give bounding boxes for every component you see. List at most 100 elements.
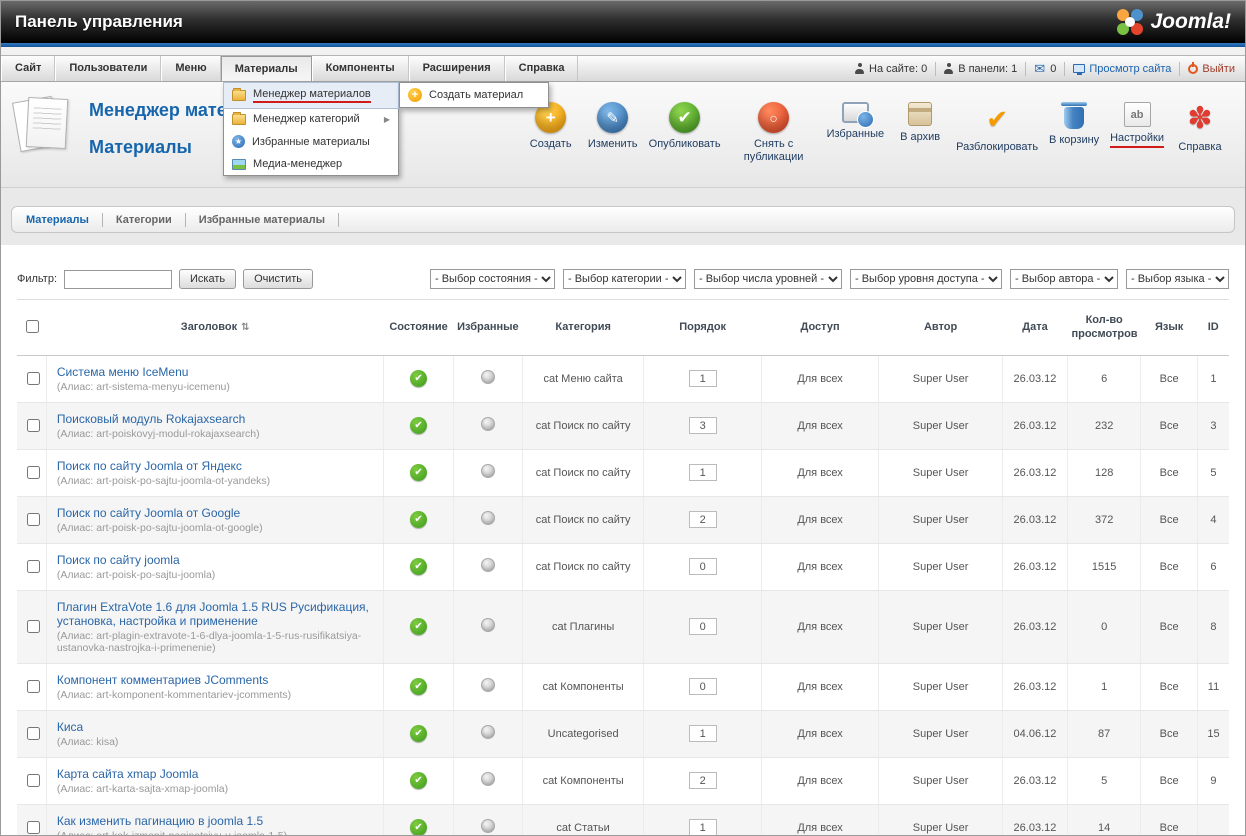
menu-item-users[interactable]: Пользователи: [55, 56, 162, 81]
article-title-link[interactable]: Поиск по сайту Joomla от Google: [57, 506, 240, 520]
featured-toggle-icon[interactable]: [480, 819, 495, 834]
order-input[interactable]: [688, 678, 717, 696]
filter-select-max-levels[interactable]: - Выбор числа уровней -: [694, 269, 842, 289]
menu-item-site[interactable]: Сайт: [1, 56, 56, 81]
view-site-link[interactable]: Просмотр сайта: [1073, 63, 1171, 75]
dropdown-item-featured-articles[interactable]: ★ Избранные материалы: [224, 130, 398, 153]
article-title-link[interactable]: Поисковый модуль Rokajaxsearch: [57, 412, 245, 426]
menu-item-extensions[interactable]: Расширения: [408, 56, 505, 81]
row-checkbox[interactable]: [27, 466, 40, 480]
order-input[interactable]: [688, 618, 717, 636]
row-checkbox[interactable]: [27, 620, 40, 634]
order-input[interactable]: [688, 558, 717, 576]
featured-toggle-icon[interactable]: [480, 558, 495, 573]
dropdown-item-article-manager[interactable]: Менеджер материалов: [223, 82, 399, 109]
article-title-link[interactable]: Плагин ExtraVote 1.6 для Joomla 1.5 RUS …: [57, 600, 369, 628]
column-header-hits[interactable]: Кол-во просмотров: [1067, 299, 1141, 356]
published-icon[interactable]: ✔: [410, 370, 428, 388]
article-title-link[interactable]: Компонент комментариев JComments: [57, 673, 269, 687]
column-header-access[interactable]: Доступ: [761, 299, 879, 356]
row-checkbox[interactable]: [27, 680, 40, 694]
order-input[interactable]: [688, 370, 717, 388]
article-author: Super User: [878, 663, 1003, 711]
published-icon[interactable]: ✔: [410, 417, 428, 435]
row-checkbox[interactable]: [27, 560, 40, 574]
archive-button[interactable]: В архив: [889, 98, 951, 148]
featured-toggle-icon[interactable]: [480, 464, 495, 479]
published-icon[interactable]: ✔: [410, 819, 428, 835]
column-header-featured[interactable]: Избранные: [453, 299, 523, 356]
column-header-author[interactable]: Автор: [878, 299, 1003, 356]
column-header-id[interactable]: ID: [1197, 299, 1229, 356]
filter-search-input[interactable]: [64, 269, 173, 289]
row-checkbox[interactable]: [27, 727, 40, 741]
row-checkbox[interactable]: [27, 419, 40, 433]
article-title-link[interactable]: Как изменить пагинацию в joomla 1.5: [57, 814, 263, 828]
filter-select-language[interactable]: - Выбор языка -: [1126, 269, 1229, 289]
featured-toggle-icon[interactable]: [480, 725, 495, 740]
search-button[interactable]: Искать: [179, 269, 237, 289]
featured-toggle-icon[interactable]: [480, 417, 495, 432]
order-input[interactable]: [688, 819, 717, 835]
featured-toggle-icon[interactable]: [480, 511, 495, 526]
select-all-checkbox[interactable]: [25, 320, 39, 334]
unpublish-icon: ○: [758, 102, 790, 133]
featured-toggle-icon[interactable]: [480, 772, 495, 787]
edit-button[interactable]: ✎ Изменить: [582, 98, 644, 155]
column-header-date[interactable]: Дата: [1002, 299, 1068, 356]
article-title-link[interactable]: Поиск по сайту joomla: [57, 553, 180, 567]
column-header-category[interactable]: Категория: [522, 299, 644, 356]
published-icon[interactable]: ✔: [410, 678, 428, 696]
filter-select-state[interactable]: - Выбор состояния -: [430, 269, 555, 289]
featured-button[interactable]: Избранные: [822, 98, 890, 145]
order-input[interactable]: [688, 511, 717, 529]
messages-icon[interactable]: ✉: [1034, 62, 1045, 75]
column-header-order[interactable]: Порядок: [643, 299, 762, 356]
column-header-state[interactable]: Состояние: [383, 299, 454, 356]
featured-toggle-icon[interactable]: [480, 678, 495, 693]
article-title-link[interactable]: Карта сайта xmap Joomla: [57, 767, 199, 781]
help-button[interactable]: ✽ Справка: [1169, 98, 1231, 158]
article-title-link[interactable]: Киса: [57, 720, 83, 734]
menu-item-menus[interactable]: Меню: [161, 56, 221, 81]
published-icon[interactable]: ✔: [410, 464, 428, 482]
menu-item-content[interactable]: Материалы: [220, 56, 312, 81]
row-checkbox[interactable]: [27, 821, 40, 835]
clear-button[interactable]: Очистить: [243, 269, 314, 289]
row-checkbox[interactable]: [27, 372, 40, 386]
order-input[interactable]: [688, 725, 717, 743]
order-input[interactable]: [688, 464, 717, 482]
filter-select-category[interactable]: - Выбор категории -: [563, 269, 686, 289]
published-icon[interactable]: ✔: [410, 511, 428, 529]
column-header-language[interactable]: Язык: [1140, 299, 1198, 356]
row-checkbox[interactable]: [27, 774, 40, 788]
order-input[interactable]: [688, 417, 717, 435]
article-title-link[interactable]: Система меню IceMenu: [57, 365, 189, 379]
published-icon[interactable]: ✔: [410, 725, 428, 743]
menu-item-components[interactable]: Компоненты: [311, 56, 409, 81]
filter-select-author[interactable]: - Выбор автора -: [1010, 269, 1118, 289]
dropdown-item-category-manager[interactable]: Менеджер категорий ▶: [224, 108, 398, 130]
menu-item-help[interactable]: Справка: [504, 56, 579, 81]
row-checkbox[interactable]: [27, 513, 40, 527]
published-icon[interactable]: ✔: [410, 772, 428, 790]
published-icon[interactable]: ✔: [410, 618, 428, 636]
featured-toggle-icon[interactable]: [480, 370, 495, 385]
unpublish-button[interactable]: ○ Снять с публикации: [726, 98, 822, 168]
tab-categories[interactable]: Категории: [116, 214, 172, 226]
featured-toggle-icon[interactable]: [480, 618, 495, 633]
article-title-link[interactable]: Поиск по сайту Joomla от Яндекс: [57, 459, 242, 473]
filter-select-access[interactable]: - Выбор уровня доступа -: [850, 269, 1002, 289]
tab-featured[interactable]: Избранные материалы: [199, 214, 325, 226]
dropdown-subitem-add-article[interactable]: + Создать материал: [400, 83, 548, 107]
options-button[interactable]: ab Настройки: [1105, 98, 1169, 152]
column-header-title[interactable]: Заголовок ⇅: [46, 299, 384, 356]
trash-button[interactable]: В корзину: [1043, 98, 1105, 151]
order-input[interactable]: [688, 772, 717, 790]
tab-articles[interactable]: Материалы: [26, 214, 89, 226]
dropdown-item-media-manager[interactable]: Медиа-менеджер: [224, 153, 398, 175]
logout-link[interactable]: Выйти: [1188, 61, 1235, 75]
publish-button[interactable]: ✔ Опубликовать: [644, 98, 726, 155]
checkin-button[interactable]: ✔ Разблокировать: [951, 98, 1043, 158]
published-icon[interactable]: ✔: [410, 558, 428, 576]
